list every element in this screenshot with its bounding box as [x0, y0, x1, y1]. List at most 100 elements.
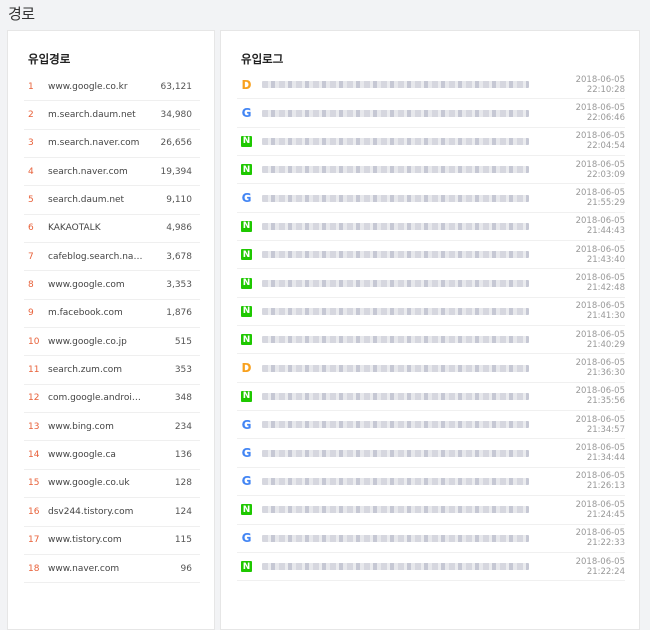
redacted-query[interactable]	[262, 279, 529, 287]
naver-icon: N	[241, 305, 252, 317]
google-icon: G	[241, 531, 252, 546]
log-time: 2018-06-05 21:36:30	[575, 358, 625, 379]
referrer-row[interactable]: 14 www.google.ca 136	[24, 441, 200, 470]
log-time: 2018-06-05 21:43:40	[575, 244, 625, 265]
referrer-name[interactable]: search.naver.com	[48, 167, 144, 177]
referrer-row[interactable]: 11 search.zum.com 353	[24, 356, 200, 385]
referrer-name[interactable]: search.daum.net	[48, 195, 144, 205]
referrer-row[interactable]: 4 search.naver.com 19,394	[24, 158, 200, 187]
log-row[interactable]: N 2018-06-05 21:40:29	[237, 326, 625, 355]
redacted-query[interactable]	[262, 421, 529, 429]
log-row[interactable]: D 2018-06-05 22:10:28	[237, 71, 625, 100]
redacted-query[interactable]	[262, 81, 529, 89]
referrer-name[interactable]: m.facebook.com	[48, 308, 144, 318]
log-row[interactable]: G 2018-06-05 21:55:29	[237, 184, 625, 213]
referrer-name[interactable]: m.search.daum.net	[48, 110, 144, 120]
log-time: 2018-06-05 21:22:33	[575, 528, 625, 549]
redacted-query[interactable]	[262, 166, 529, 174]
referrer-count: 115	[174, 535, 192, 546]
referrer-rank: 16	[28, 506, 40, 517]
log-row[interactable]: N 2018-06-05 21:24:45	[237, 496, 625, 525]
referrer-name[interactable]: www.naver.com	[48, 564, 144, 574]
redacted-query[interactable]	[262, 506, 529, 514]
redacted-query[interactable]	[262, 364, 529, 372]
referrer-name[interactable]: KAKAOTALK	[48, 223, 144, 233]
naver-icon: N	[241, 390, 252, 402]
redacted-query[interactable]	[262, 449, 529, 457]
log-row[interactable]: N 2018-06-05 21:41:30	[237, 298, 625, 327]
referrer-row[interactable]: 18 www.naver.com 96	[24, 555, 200, 584]
log-row[interactable]: N 2018-06-05 22:04:54	[237, 128, 625, 157]
redacted-query[interactable]	[262, 137, 529, 145]
log-time: 2018-06-05 22:06:46	[575, 103, 625, 124]
referrer-rank: 18	[28, 563, 40, 574]
referrer-name[interactable]: search.zum.com	[48, 365, 144, 375]
log-time: 2018-06-05 22:10:28	[575, 74, 625, 95]
log-row[interactable]: N 2018-06-05 21:43:40	[237, 241, 625, 270]
page-title: 경로	[8, 5, 35, 23]
redacted-query[interactable]	[262, 336, 529, 344]
redacted-query[interactable]	[262, 194, 529, 202]
log-row[interactable]: G 2018-06-05 21:26:13	[237, 468, 625, 497]
redacted-query[interactable]	[262, 222, 529, 230]
referrer-count: 1,876	[166, 308, 192, 319]
redacted-query[interactable]	[262, 392, 529, 400]
log-row[interactable]: N 2018-06-05 21:22:24	[237, 553, 625, 582]
naver-icon: N	[241, 249, 252, 261]
log-row[interactable]: G 2018-06-05 21:22:33	[237, 525, 625, 553]
log-row[interactable]: D 2018-06-05 21:36:30	[237, 354, 625, 383]
referrer-rank: 7	[28, 251, 34, 262]
referrer-row[interactable]: 5 search.daum.net 9,110	[24, 186, 200, 215]
referrer-row[interactable]: 10 www.google.co.jp 515	[24, 328, 200, 357]
redacted-query[interactable]	[262, 534, 529, 542]
log-row[interactable]: N 2018-06-05 21:44:43	[237, 213, 625, 242]
referrer-row[interactable]: 8 www.google.com 3,353	[24, 271, 200, 300]
referrer-row[interactable]: 17 www.tistory.com 115	[24, 527, 200, 555]
redacted-query[interactable]	[262, 251, 529, 259]
naver-icon: N	[241, 135, 252, 147]
log-row[interactable]: N 2018-06-05 21:42:48	[237, 269, 625, 298]
referrer-rank: 6	[28, 223, 34, 234]
referrer-name[interactable]: www.tistory.com	[48, 535, 144, 545]
log-time: 2018-06-05 21:40:29	[575, 329, 625, 350]
referrer-name[interactable]: www.google.co.uk	[48, 478, 144, 488]
referrer-name[interactable]: www.google.co.jp	[48, 337, 144, 347]
naver-icon: N	[241, 220, 252, 232]
referrer-name[interactable]: www.google.co.kr	[48, 82, 144, 92]
referrer-row[interactable]: 6 KAKAOTALK 4,986	[24, 215, 200, 244]
referrer-row[interactable]: 13 www.bing.com 234	[24, 413, 200, 442]
referrer-count: 26,656	[160, 138, 193, 149]
log-row[interactable]: G 2018-06-05 22:06:46	[237, 99, 625, 128]
referrer-row[interactable]: 9 m.facebook.com 1,876	[24, 300, 200, 329]
log-time: 2018-06-05 21:26:13	[575, 471, 625, 492]
referrer-row[interactable]: 2 m.search.daum.net 34,980	[24, 101, 200, 130]
referrer-card-title: 유입경로	[28, 52, 71, 66]
redacted-query[interactable]	[262, 109, 529, 117]
redacted-query[interactable]	[262, 563, 529, 571]
referrer-row[interactable]: 15 www.google.co.uk 128	[24, 470, 200, 499]
referrer-name[interactable]: dsv244.tistory.com	[48, 507, 144, 517]
referrer-row[interactable]: 3 m.search.naver.com 26,656	[24, 130, 200, 159]
log-row[interactable]: G 2018-06-05 21:34:44	[237, 439, 625, 468]
referrer-name[interactable]: www.google.com	[48, 280, 144, 290]
referrer-name[interactable]: com.google.android.…	[48, 393, 144, 403]
referrer-name[interactable]: m.search.naver.com	[48, 138, 144, 148]
daum-icon: D	[241, 361, 252, 376]
log-row[interactable]: N 2018-06-05 21:35:56	[237, 383, 625, 412]
redacted-query[interactable]	[262, 307, 529, 315]
referrer-name[interactable]: www.google.ca	[48, 450, 144, 460]
referrer-rank: 9	[28, 308, 34, 319]
referrer-name[interactable]: www.bing.com	[48, 422, 144, 432]
referrer-row[interactable]: 1 www.google.co.kr 63,121	[24, 73, 200, 102]
log-list: D 2018-06-05 22:10:28 G 2018-06-05 22:06:46…	[237, 71, 625, 582]
referrer-row[interactable]: 16 dsv244.tistory.com 124	[24, 498, 200, 527]
referrer-row[interactable]: 7 cafeblog.search.nave… 3,678	[24, 243, 200, 272]
referrer-rank: 8	[28, 280, 34, 291]
referrer-count: 4,986	[166, 223, 192, 234]
redacted-query[interactable]	[262, 477, 529, 485]
log-row[interactable]: N 2018-06-05 22:03:09	[237, 156, 625, 185]
log-row[interactable]: G 2018-06-05 21:34:57	[237, 411, 625, 440]
referrer-rank: 12	[28, 393, 40, 404]
referrer-name[interactable]: cafeblog.search.nave…	[48, 252, 144, 262]
referrer-row[interactable]: 12 com.google.android.… 348	[24, 385, 200, 414]
